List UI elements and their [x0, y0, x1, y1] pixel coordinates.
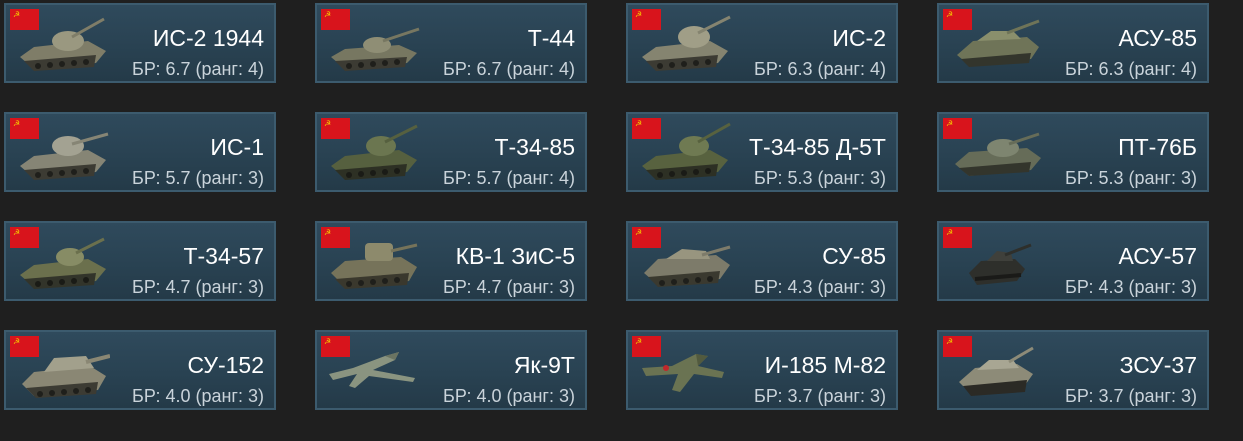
vehicle-card[interactable]: ☭ СУ-85 БР: 4.3 (ранг: 3)	[626, 221, 898, 301]
vehicle-card[interactable]: ☭ Т-34-85 Д-5Т БР: 5.3 (ранг: 3)	[626, 112, 898, 192]
vehicle-name: СУ-152	[187, 352, 265, 378]
soviet-flag-icon: ☭	[632, 118, 661, 139]
vehicle-card[interactable]: ☭ ПТ-76Б БР: 5.3 (ранг: 3)	[937, 112, 1209, 192]
vehicle-rating: БР: 3.7 (ранг: 3)	[754, 386, 886, 406]
vehicle-name: ИС-2 1944	[152, 25, 264, 51]
soviet-flag-icon: ☭	[321, 227, 350, 248]
vehicle-name: КВ-1 ЗиС-5	[455, 243, 575, 269]
vehicle-rating: БР: 5.7 (ранг: 3)	[132, 168, 264, 188]
soviet-flag-icon: ☭	[321, 118, 350, 139]
vehicle-card[interactable]: ☭ КВ-1 ЗиС-5 БР: 4.7 (ранг: 3)	[315, 221, 587, 301]
vehicle-rating: БР: 4.7 (ранг: 3)	[132, 277, 264, 297]
soviet-flag-icon: ☭	[943, 9, 972, 30]
vehicle-name: СУ-85	[822, 243, 886, 269]
vehicle-name: Т-44	[527, 25, 575, 51]
soviet-flag-icon: ☭	[10, 227, 39, 248]
vehicle-rating: БР: 6.3 (ранг: 4)	[754, 59, 886, 79]
vehicle-card[interactable]: ☭ СУ-152 БР: 4.0 (ранг: 3)	[4, 330, 276, 410]
vehicle-rating: БР: 6.7 (ранг: 4)	[132, 59, 264, 79]
soviet-flag-icon: ☭	[10, 9, 39, 30]
vehicle-rating: БР: 4.7 (ранг: 3)	[443, 277, 575, 297]
vehicle-card[interactable]: ☭ Т-34-57 БР: 4.7 (ранг: 3)	[4, 221, 276, 301]
vehicle-card[interactable]: ☭ АСУ-85 БР: 6.3 (ранг: 4)	[937, 3, 1209, 83]
vehicle-rating: БР: 3.7 (ранг: 3)	[1065, 386, 1197, 406]
soviet-flag-icon: ☭	[321, 9, 350, 30]
vehicle-rating: БР: 5.3 (ранг: 3)	[1065, 168, 1197, 188]
vehicle-card[interactable]: ☭ ИС-2 БР: 6.3 (ранг: 4)	[626, 3, 898, 83]
soviet-flag-icon: ☭	[632, 227, 661, 248]
vehicle-grid: ☭ ИС-2 1944 БР: 6.7 (ранг: 4) ☭ Т-44 БР:…	[0, 0, 1243, 441]
vehicle-rating: БР: 4.0 (ранг: 3)	[132, 386, 264, 406]
soviet-flag-icon: ☭	[943, 227, 972, 248]
vehicle-name: ЗСУ-37	[1119, 352, 1197, 378]
vehicle-card[interactable]: ☭ Як-9Т БР: 4.0 (ранг: 3)	[315, 330, 587, 410]
soviet-flag-icon: ☭	[632, 9, 661, 30]
soviet-flag-icon: ☭	[943, 118, 972, 139]
vehicle-rating: БР: 5.3 (ранг: 3)	[754, 168, 886, 188]
vehicle-card[interactable]: ☭ Т-34-85 БР: 5.7 (ранг: 4)	[315, 112, 587, 192]
vehicle-name: АСУ-85	[1118, 25, 1197, 51]
vehicle-name: АСУ-57	[1118, 243, 1197, 269]
vehicle-name: Т-34-85	[494, 134, 575, 160]
vehicle-name: И-185 М-82	[764, 352, 886, 378]
vehicle-card[interactable]: ☭ ЗСУ-37 БР: 3.7 (ранг: 3)	[937, 330, 1209, 410]
vehicle-name: ИС-1	[210, 134, 264, 160]
vehicle-rating: БР: 4.3 (ранг: 3)	[754, 277, 886, 297]
vehicle-name: Т-34-57	[183, 243, 264, 269]
vehicle-card[interactable]: ☭ ИС-2 1944 БР: 6.7 (ранг: 4)	[4, 3, 276, 83]
vehicle-name: Як-9Т	[513, 352, 575, 378]
vehicle-rating: БР: 4.0 (ранг: 3)	[443, 386, 575, 406]
vehicle-card[interactable]: ☭ ИС-1 БР: 5.7 (ранг: 3)	[4, 112, 276, 192]
vehicle-rating: БР: 5.7 (ранг: 4)	[443, 168, 575, 188]
vehicle-card[interactable]: ☭ Т-44 БР: 6.7 (ранг: 4)	[315, 3, 587, 83]
vehicle-rating: БР: 4.3 (ранг: 3)	[1065, 277, 1197, 297]
vehicle-name: Т-34-85 Д-5Т	[748, 134, 886, 160]
vehicle-card[interactable]: ☭ АСУ-57 БР: 4.3 (ранг: 3)	[937, 221, 1209, 301]
soviet-flag-icon: ☭	[632, 336, 661, 357]
soviet-flag-icon: ☭	[10, 118, 39, 139]
soviet-flag-icon: ☭	[10, 336, 39, 357]
vehicle-name: ПТ-76Б	[1118, 134, 1197, 160]
vehicle-name: ИС-2	[832, 25, 886, 51]
vehicle-card[interactable]: ☭ И-185 М-82 БР: 3.7 (ранг: 3)	[626, 330, 898, 410]
soviet-flag-icon: ☭	[943, 336, 972, 357]
vehicle-rating: БР: 6.7 (ранг: 4)	[443, 59, 575, 79]
soviet-flag-icon: ☭	[321, 336, 350, 357]
vehicle-rating: БР: 6.3 (ранг: 4)	[1065, 59, 1197, 79]
